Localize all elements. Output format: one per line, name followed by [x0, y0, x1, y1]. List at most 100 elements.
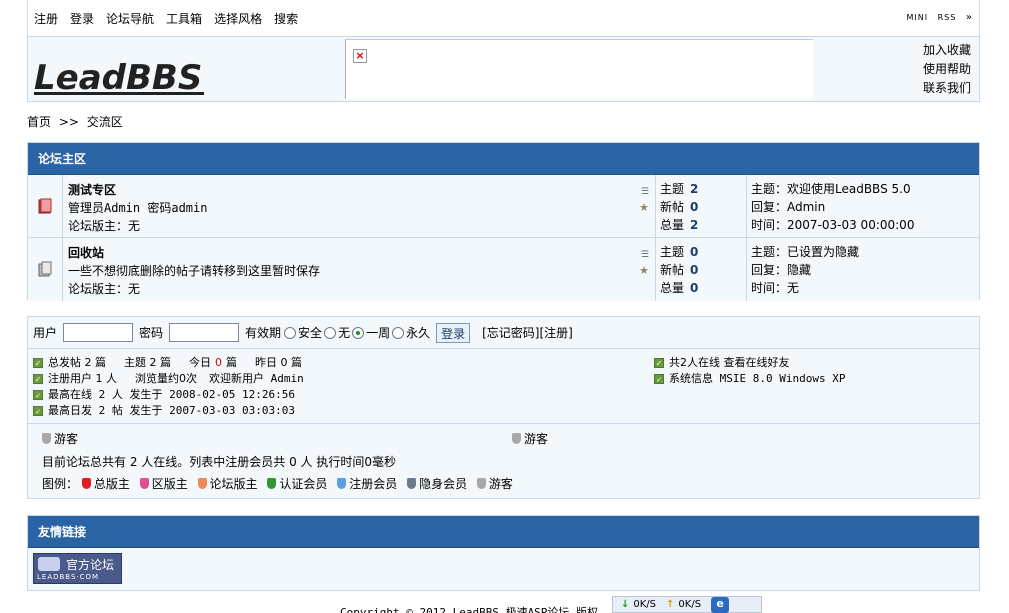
- check-icon: ✓: [33, 390, 43, 400]
- header-links: 加入收藏 使用帮助 联系我们: [923, 41, 971, 98]
- check-icon: ✓: [33, 406, 43, 416]
- add-favorite-link[interactable]: 加入收藏: [923, 41, 971, 60]
- ie-icon[interactable]: e: [711, 596, 730, 613]
- nav-forum-guide[interactable]: 论坛导航: [106, 10, 154, 27]
- yesterday-posts: 昨日 0 篇: [255, 356, 302, 369]
- forum-trash-icon: [38, 261, 52, 277]
- stats-line: ✓ 总发帖 2 篇 主题 2 篇 今日 0 篇 昨日 0 篇: [33, 355, 654, 371]
- user-label: 游客: [54, 432, 79, 446]
- guest-shield-icon: [512, 433, 521, 444]
- last-reply[interactable]: 回复：隐藏: [751, 261, 975, 279]
- topics-count: 0: [690, 245, 699, 259]
- validity-option-none[interactable]: 无: [324, 324, 350, 341]
- breadcrumb-home[interactable]: 首页: [27, 115, 51, 129]
- forum-last-post-cell: 主题：欢迎使用LeadBBS 5.0 回复：Admin 时间：2007-03-0…: [747, 175, 979, 237]
- guest-shield-icon: [42, 433, 51, 444]
- mini-link[interactable]: MINI: [906, 13, 928, 22]
- forgot-password-link[interactable]: [忘记密码]: [482, 324, 539, 341]
- shield-icon: [337, 478, 347, 489]
- help-link[interactable]: 使用帮助: [923, 60, 971, 79]
- contact-link[interactable]: 联系我们: [923, 79, 971, 98]
- register-link[interactable]: [注册]: [540, 324, 573, 341]
- rss-link[interactable]: RSS: [938, 13, 957, 22]
- online-count-link[interactable]: 共2人在线 查看在线好友: [669, 355, 790, 371]
- nav-style[interactable]: 选择风格: [214, 10, 262, 27]
- forum-name[interactable]: 测试专区: [68, 181, 650, 199]
- radio-label: 无: [338, 326, 351, 340]
- password-input[interactable]: [169, 323, 240, 342]
- online-user[interactable]: 游客: [42, 430, 78, 447]
- legend-item: 区版主: [139, 477, 188, 491]
- section-title[interactable]: 论坛主区: [28, 143, 979, 175]
- forum-main-cell: 测试专区 管理员Admin 密码admin 论坛版主：无 ☰ ★: [63, 175, 656, 237]
- forum-row: 测试专区 管理员Admin 密码admin 论坛版主：无 ☰ ★ 主题 2 新帖 0…: [28, 175, 979, 238]
- system-info: 系统信息 MSIE 8.0 Windows XP: [669, 372, 846, 385]
- nav-search[interactable]: 搜索: [274, 10, 298, 27]
- radio-button-selected[interactable]: [352, 326, 365, 339]
- forum-last-post-cell: 主题：已设置为隐藏 回复：隐藏 时间：无: [747, 238, 979, 301]
- legend-item: 认证会员: [267, 477, 327, 491]
- user-label: 游客: [524, 432, 549, 446]
- official-logo-icon: [38, 557, 60, 571]
- download-speed: 0K/S: [633, 599, 657, 610]
- legend-item: 总版主: [81, 477, 130, 491]
- download-arrow-icon: ↓: [621, 599, 630, 610]
- ad-banner: ×: [345, 39, 813, 99]
- logo-text: LeadBBS: [34, 58, 202, 97]
- last-reply[interactable]: 回复：Admin: [751, 198, 975, 216]
- last-topic[interactable]: 主题：欢迎使用LeadBBS 5.0: [751, 180, 975, 198]
- validity-option-week[interactable]: 一周: [352, 324, 390, 341]
- new-count: 0: [690, 263, 699, 277]
- online-user[interactable]: 游客: [512, 430, 548, 447]
- username-input[interactable]: [63, 323, 134, 342]
- star-icon[interactable]: ★: [639, 199, 649, 217]
- radio-button[interactable]: [284, 326, 297, 339]
- legend-item: 隐身会员: [407, 477, 467, 491]
- check-icon: ✓: [654, 358, 664, 368]
- validity-option-forever[interactable]: 永久: [392, 324, 430, 341]
- footer-copyright: Copyright © 2012 LeadBBS 极速ASP论坛 版权: [340, 606, 599, 613]
- nav-login[interactable]: 登录: [70, 10, 94, 27]
- leadbbs-logo[interactable]: LeadBBS: [34, 53, 210, 97]
- forum-book-icon: [38, 198, 52, 214]
- expand-icon[interactable]: »: [966, 12, 973, 23]
- top-nav-right: MINI RSS »: [900, 12, 973, 23]
- official-forum-link[interactable]: 官方论坛 LEADBBS·COM: [33, 553, 122, 584]
- check-icon: ✓: [654, 374, 664, 384]
- forum-mods: 论坛版主：无: [68, 282, 141, 296]
- page-views: 浏览量约0次: [135, 372, 197, 385]
- forum-icon-cell: [28, 175, 63, 237]
- login-button[interactable]: 登录: [436, 322, 471, 343]
- nav-toolbox[interactable]: 工具箱: [166, 10, 202, 27]
- newest-user[interactable]: 欢迎新用户 Admin: [209, 371, 304, 387]
- nav-register[interactable]: 注册: [34, 10, 58, 27]
- forum-name[interactable]: 回收站: [68, 244, 650, 262]
- online-summary: 目前论坛总共有 2 人在线。列表中注册会员共 0 人 执行时间0毫秒: [42, 455, 396, 469]
- legend-label: 图例：: [42, 477, 79, 491]
- friend-links-title: 友情链接: [28, 516, 979, 548]
- last-topic[interactable]: 主题：已设置为隐藏: [751, 243, 975, 261]
- radio-label: 永久: [406, 326, 431, 340]
- user-legend: 图例： 总版主 区版主 论坛版主 认证会员 注册会员 隐身会员 游客: [42, 475, 519, 492]
- forum-stats-cell: 主题 0 新帖 0 总量 0: [656, 238, 747, 301]
- total-count: 2: [690, 218, 699, 232]
- stats-right: ✓ 共2人在线 查看在线好友 ✓ 系统信息 MSIE 8.0 Windows X…: [654, 355, 979, 423]
- validity-option-safe[interactable]: 安全: [284, 324, 322, 341]
- site-header: LeadBBS × 加入收藏 使用帮助 联系我们: [27, 36, 980, 102]
- upload-arrow-icon: ↑: [666, 599, 675, 610]
- max-daily-posts: 最高日发 2 帖 发生于 2007-03-03 03:03:03: [48, 404, 295, 417]
- forum-mods: 论坛版主：无: [68, 219, 141, 233]
- radio-button[interactable]: [392, 326, 405, 339]
- check-icon: ✓: [33, 374, 43, 384]
- total-posts: 总发帖 2 篇: [48, 356, 106, 369]
- legend-item: 游客: [476, 477, 513, 491]
- today-label: 今日: [189, 356, 211, 369]
- password-label: 密码: [139, 326, 164, 340]
- shield-icon: [197, 478, 207, 489]
- top-nav: 注册 登录 论坛导航 工具箱 选择风格 搜索 MINI RSS »: [27, 0, 980, 36]
- breadcrumb-current[interactable]: 交流区: [87, 115, 123, 129]
- new-label: 新帖: [660, 263, 685, 277]
- radio-button[interactable]: [324, 326, 337, 339]
- star-icon[interactable]: ★: [639, 262, 649, 280]
- today-unit: 篇: [226, 356, 237, 369]
